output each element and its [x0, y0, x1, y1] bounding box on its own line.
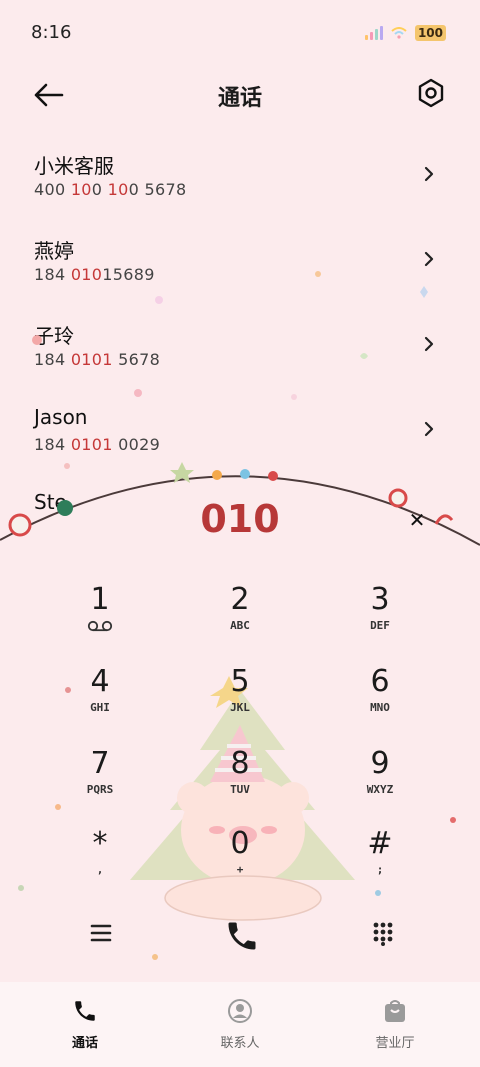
contact-name: 小米客服 [34, 154, 114, 178]
key-letters: , [96, 863, 104, 876]
contact-row[interactable]: 燕婷 184 01015689 [0, 235, 480, 315]
bottom-tab-bar: 通话 联系人 营业厅 [0, 982, 480, 1067]
battery-indicator: 100 [414, 25, 446, 41]
key-letters: PQRS [86, 783, 114, 796]
key-digit: 0 [230, 826, 250, 861]
key-1[interactable]: 1 [40, 583, 160, 653]
key-letters: JKL [230, 701, 250, 714]
number-match-highlight: 10 [107, 180, 129, 199]
key-3[interactable]: 3 DEF [320, 583, 440, 653]
key-letters: WXYZ [366, 783, 394, 796]
settings-hexagon-icon [418, 78, 444, 108]
contact-row[interactable]: 小米客服 400 100 100 5678 [0, 150, 480, 230]
key-8[interactable]: 8 TUV [180, 747, 300, 817]
contact-number: 184 0101 5678 [34, 350, 160, 369]
menu-button[interactable] [88, 920, 114, 946]
key-letters: DEF [370, 619, 390, 632]
menu-icon [90, 924, 112, 942]
tab-service-hall[interactable]: 营业厅 [315, 982, 475, 1067]
chevron-right-icon [424, 166, 434, 182]
wifi-icon [391, 27, 407, 39]
key-letters: + [236, 863, 244, 876]
settings-button[interactable] [414, 76, 448, 110]
key-digit: 3 [370, 582, 390, 617]
page-title: 通话 [217, 86, 262, 111]
header: 通话 [0, 70, 480, 120]
key-letters: ABC [230, 619, 250, 632]
key-digit: 7 [90, 746, 110, 781]
key-letters: MNO [370, 701, 390, 714]
contact-number: 184 01015689 [34, 265, 155, 284]
contact-row[interactable]: 子玲 184 0101 5678 [0, 320, 480, 400]
key-letters: GHI [90, 701, 110, 714]
key-digit: * [92, 826, 108, 861]
voicemail-icon [87, 620, 113, 632]
number-segment: 5678 [112, 350, 161, 369]
tab-service-hall-label: 营业厅 [375, 1036, 415, 1051]
key-digit: 9 [370, 746, 390, 781]
dialpad-icon [373, 922, 393, 946]
number-segment: 0 5678 [128, 180, 187, 199]
contact-number: 400 100 100 5678 [34, 180, 186, 199]
key-6[interactable]: 6 MNO [320, 665, 440, 735]
key-hash[interactable]: #; [320, 827, 440, 897]
tab-contacts-label: 联系人 [220, 1036, 260, 1051]
key-7[interactable]: 7 PQRS [40, 747, 160, 817]
chevron-right-icon [424, 421, 434, 437]
phone-call-icon [228, 922, 256, 950]
key-digit: 1 [90, 582, 110, 617]
key-digit: 5 [230, 664, 250, 699]
number-match-highlight: 0101 [70, 350, 113, 369]
bag-icon [385, 1000, 405, 1022]
key-4[interactable]: 4 GHI [40, 665, 160, 735]
number-segment: 15689 [102, 265, 155, 284]
status-bar: 8:16 100 [0, 0, 480, 64]
key-digit: 2 [230, 582, 250, 617]
signal-icon [364, 26, 383, 40]
chevron-right-icon [424, 336, 434, 352]
key-0[interactable]: 0 + [180, 827, 300, 897]
key-digit: 6 [370, 664, 390, 699]
tab-calls-label: 通话 [71, 1036, 98, 1051]
tab-calls[interactable]: 通话 [5, 982, 165, 1067]
contact-name: Jason [34, 405, 88, 429]
person-icon [228, 999, 252, 1023]
key-letters: ; [376, 863, 384, 876]
key-5[interactable]: 5 JKL [180, 665, 300, 735]
key-star[interactable]: *, [40, 827, 160, 897]
number-segment: 184 [34, 265, 71, 284]
number-segment: 0 [91, 180, 108, 199]
key-letters: TUV [230, 783, 250, 796]
number-segment: 400 [34, 180, 71, 199]
clear-input-button[interactable]: ✕ [405, 508, 429, 532]
number-match-highlight: 10 [70, 180, 92, 199]
contact-name: 子玲 [34, 324, 74, 348]
call-button[interactable] [224, 918, 260, 954]
contact-name: 燕婷 [34, 239, 74, 263]
status-icons: 100 [364, 25, 446, 41]
number-segment: 184 [34, 350, 71, 369]
tab-contacts[interactable]: 联系人 [160, 982, 320, 1067]
chevron-right-icon [424, 251, 434, 267]
key-9[interactable]: 9 WXYZ [320, 747, 440, 817]
key-digit: # [367, 826, 393, 861]
key-digit: 4 [90, 664, 110, 699]
number-match-highlight: 010 [70, 265, 103, 284]
key-digit: 8 [230, 746, 250, 781]
key-2[interactable]: 2 ABC [180, 583, 300, 653]
dialpad-toggle-button[interactable] [370, 920, 396, 946]
phone-icon [75, 1001, 95, 1021]
status-time: 8:16 [31, 22, 72, 43]
